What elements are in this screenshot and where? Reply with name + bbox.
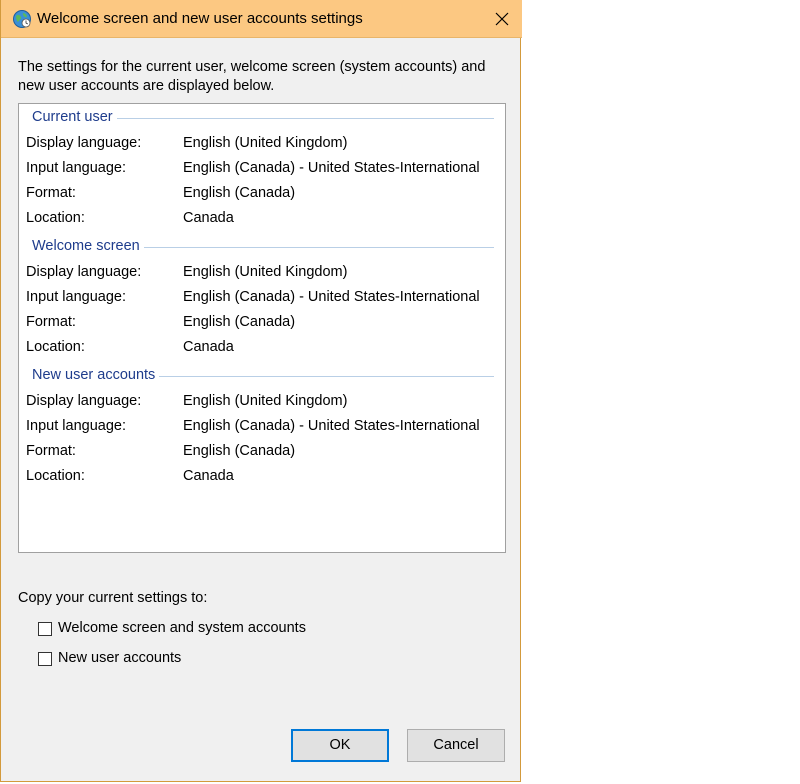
section-new-user-accounts: New user accounts bbox=[32, 367, 494, 387]
setting-row: Display language: English (United Kingdo… bbox=[26, 264, 504, 284]
setting-value: English (United Kingdom) bbox=[183, 135, 348, 151]
checkbox-label[interactable]: New user accounts bbox=[58, 650, 181, 666]
section-current-user: Current user bbox=[32, 109, 494, 129]
intro-text: The settings for the current user, welco… bbox=[18, 59, 486, 94]
setting-row: Format: English (Canada) bbox=[26, 443, 504, 463]
checkbox-label[interactable]: Welcome screen and system accounts bbox=[58, 620, 306, 636]
setting-key: Format: bbox=[26, 314, 76, 330]
setting-key: Display language: bbox=[26, 264, 142, 280]
setting-row: Location: Canada bbox=[26, 339, 504, 359]
copy-settings-label: Copy your current settings to: bbox=[18, 590, 208, 606]
setting-row: Location: Canada bbox=[26, 210, 504, 230]
settings-summary-panel: Current user Display language: English (… bbox=[18, 103, 506, 553]
setting-value: English (Canada) - United States-Interna… bbox=[183, 289, 480, 305]
setting-value: English (Canada) bbox=[183, 314, 296, 330]
setting-key: Input language: bbox=[26, 289, 126, 305]
setting-key: Input language: bbox=[26, 418, 126, 434]
setting-value: English (Canada) - United States-Interna… bbox=[183, 160, 480, 176]
ok-button[interactable]: OK bbox=[291, 729, 389, 762]
setting-key: Display language: bbox=[26, 135, 142, 151]
setting-row: Display language: English (United Kingdo… bbox=[26, 393, 504, 413]
checkbox-box[interactable] bbox=[38, 652, 52, 666]
setting-key: Format: bbox=[26, 185, 76, 201]
globe-clock-icon bbox=[12, 9, 32, 29]
close-icon bbox=[495, 12, 509, 26]
setting-value: English (Canada) bbox=[183, 443, 296, 459]
section-title: New user accounts bbox=[32, 367, 160, 383]
setting-row: Input language: English (Canada) - Unite… bbox=[26, 160, 504, 180]
cancel-button[interactable]: Cancel bbox=[407, 729, 505, 762]
setting-row: Format: English (Canada) bbox=[26, 185, 504, 205]
setting-value: Canada bbox=[183, 210, 234, 226]
section-title: Current user bbox=[32, 109, 117, 125]
setting-value: Canada bbox=[183, 339, 234, 355]
setting-key: Input language: bbox=[26, 160, 126, 176]
setting-row: Display language: English (United Kingdo… bbox=[26, 135, 504, 155]
setting-value: English (Canada) - United States-Interna… bbox=[183, 418, 480, 434]
section-welcome-screen: Welcome screen bbox=[32, 238, 494, 258]
setting-key: Display language: bbox=[26, 393, 142, 409]
setting-row: Input language: English (Canada) - Unite… bbox=[26, 418, 504, 438]
setting-value: Canada bbox=[183, 468, 234, 484]
settings-dialog: Welcome screen and new user accounts set… bbox=[0, 0, 522, 782]
window-title: Welcome screen and new user accounts set… bbox=[37, 10, 363, 27]
setting-value: English (United Kingdom) bbox=[183, 264, 348, 280]
setting-key: Format: bbox=[26, 443, 76, 459]
section-title: Welcome screen bbox=[32, 238, 144, 254]
title-bar: Welcome screen and new user accounts set… bbox=[1, 0, 522, 38]
setting-row: Location: Canada bbox=[26, 468, 504, 488]
checkbox-box[interactable] bbox=[38, 622, 52, 636]
close-button[interactable] bbox=[483, 0, 521, 38]
setting-row: Input language: English (Canada) - Unite… bbox=[26, 289, 504, 309]
setting-key: Location: bbox=[26, 210, 85, 226]
setting-value: English (United Kingdom) bbox=[183, 393, 348, 409]
setting-key: Location: bbox=[26, 339, 85, 355]
setting-row: Format: English (Canada) bbox=[26, 314, 504, 334]
setting-value: English (Canada) bbox=[183, 185, 296, 201]
setting-key: Location: bbox=[26, 468, 85, 484]
